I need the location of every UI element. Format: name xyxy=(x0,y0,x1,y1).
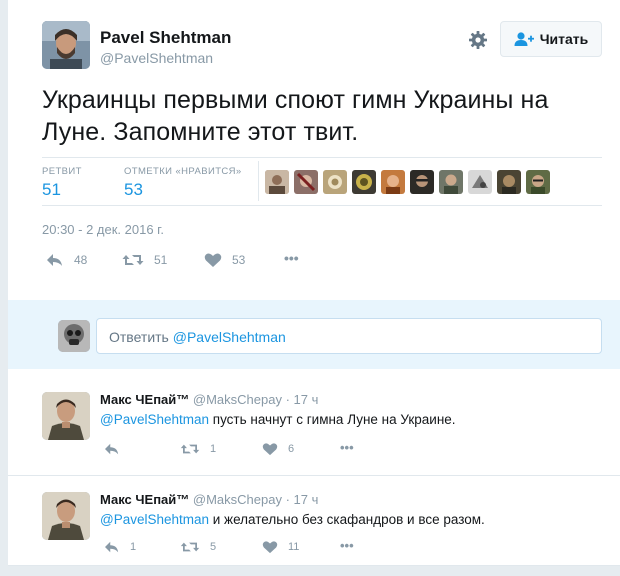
reply-body: пусть начнут с гимна Луне на Украине. xyxy=(209,412,456,427)
tweet-card: Pavel Shehtman @PavelShehtman Читать Укр… xyxy=(8,0,620,576)
liker-avatar[interactable] xyxy=(497,170,521,194)
reply-author-name: Макс ЧЕпай™ xyxy=(100,392,190,407)
heart-icon xyxy=(262,443,278,456)
current-user-avatar xyxy=(58,320,90,352)
reply-time[interactable]: · 17 ч xyxy=(286,492,319,507)
reply-action[interactable]: 1 xyxy=(104,540,136,554)
liker-avatar[interactable] xyxy=(439,170,463,194)
divider xyxy=(42,205,602,206)
liker-avatar[interactable] xyxy=(294,170,318,194)
retweet-count: 51 xyxy=(154,253,168,267)
reply-time[interactable]: · 17 ч xyxy=(286,392,319,407)
author-name[interactable]: Pavel Shehtman xyxy=(100,28,231,48)
reply-author-name: Макс ЧЕпай™ xyxy=(100,492,190,507)
retweets-count[interactable]: 51 xyxy=(42,180,61,200)
author-handle[interactable]: @PavelShehtman xyxy=(100,50,213,66)
like-count: 11 xyxy=(288,541,300,553)
divider xyxy=(258,161,259,201)
page-background xyxy=(8,566,620,576)
gear-icon[interactable] xyxy=(468,30,488,50)
like-count: 6 xyxy=(288,443,295,455)
reply-placeholder: Ответить xyxy=(109,329,173,345)
liker-avatar[interactable] xyxy=(468,170,492,194)
heart-icon xyxy=(204,253,222,267)
reply-author-handle: @MaksChepay xyxy=(192,392,282,407)
divider xyxy=(42,157,602,158)
reply-icon xyxy=(105,443,119,455)
reply-icon xyxy=(105,541,119,553)
reply-text: @PavelShehtman пусть начнут с гимна Луне… xyxy=(100,412,456,427)
reply-author-handle: @MaksChepay xyxy=(192,492,282,507)
likes-label: ОТМЕТКИ «НРАВИТСЯ» xyxy=(124,166,242,177)
retweet-action[interactable]: 51 xyxy=(122,252,167,268)
reply-action[interactable]: 48 xyxy=(46,252,87,268)
reply-tweet[interactable]: Макс ЧЕпай™ @MaksChepay · 17 ч @PavelShe… xyxy=(8,376,620,476)
reply-author-avatar[interactable] xyxy=(42,392,90,440)
tweet-timestamp[interactable]: 20:30 - 2 дек. 2016 г. xyxy=(42,222,164,237)
like-action[interactable]: 53 xyxy=(204,252,245,268)
divider xyxy=(8,369,620,376)
reply-input[interactable]: Ответить @PavelShehtman xyxy=(96,318,602,354)
more-icon[interactable]: ••• xyxy=(284,250,299,266)
reply-composer: Ответить @PavelShehtman xyxy=(8,300,620,370)
reply-mention[interactable]: @PavelShehtman xyxy=(100,512,209,527)
author-avatar[interactable] xyxy=(42,21,90,69)
retweet-count: 5 xyxy=(210,541,217,553)
retweet-action[interactable]: 5 xyxy=(180,540,216,554)
liker-avatar[interactable] xyxy=(381,170,405,194)
follow-button-label: Читать xyxy=(539,31,589,47)
reply-mention[interactable]: @PavelShehtman xyxy=(100,412,209,427)
liker-avatar[interactable] xyxy=(526,170,550,194)
follow-button[interactable]: Читать xyxy=(500,21,602,57)
like-count: 53 xyxy=(232,253,246,267)
retweet-icon xyxy=(180,444,200,454)
liker-avatar[interactable] xyxy=(265,170,289,194)
reply-author-avatar[interactable] xyxy=(42,492,90,540)
retweet-icon xyxy=(180,542,200,552)
reply-count: 1 xyxy=(130,541,137,553)
reply-text: @PavelShehtman и желательно без скафандр… xyxy=(100,512,485,527)
reply-author[interactable]: Макс ЧЕпай™ @MaksChepay · 17 ч xyxy=(100,392,318,407)
main-tweet: Pavel Shehtman @PavelShehtman Читать Укр… xyxy=(8,0,620,300)
retweets-label: РЕТВИТ xyxy=(42,166,82,177)
reply-mention: @PavelShehtman xyxy=(172,329,286,345)
like-action[interactable]: 6 xyxy=(262,442,294,456)
tweet-text: Украинцы первыми споют гимн Украины на Л… xyxy=(42,86,549,146)
reply-author[interactable]: Макс ЧЕпай™ @MaksChepay · 17 ч xyxy=(100,492,318,507)
like-action[interactable]: 11 xyxy=(262,540,299,554)
retweet-icon xyxy=(122,255,144,265)
liker-avatar[interactable] xyxy=(352,170,376,194)
reply-tweet[interactable]: Макс ЧЕпай™ @MaksChepay · 17 ч @PavelShe… xyxy=(8,476,620,566)
reply-count: 48 xyxy=(74,253,88,267)
likes-count[interactable]: 53 xyxy=(124,180,143,200)
likers-avatars xyxy=(265,170,550,194)
retweet-action[interactable]: 1 xyxy=(180,442,216,456)
reply-body: и желательно без скафандров и все разом. xyxy=(209,512,485,527)
liker-avatar[interactable] xyxy=(410,170,434,194)
follow-person-icon xyxy=(514,32,534,46)
reply-icon xyxy=(47,254,62,266)
retweet-count: 1 xyxy=(210,443,217,455)
liker-avatar[interactable] xyxy=(323,170,347,194)
more-icon[interactable]: ••• xyxy=(340,440,354,455)
more-icon[interactable]: ••• xyxy=(340,538,354,553)
reply-action[interactable] xyxy=(104,442,130,456)
heart-icon xyxy=(262,541,278,554)
